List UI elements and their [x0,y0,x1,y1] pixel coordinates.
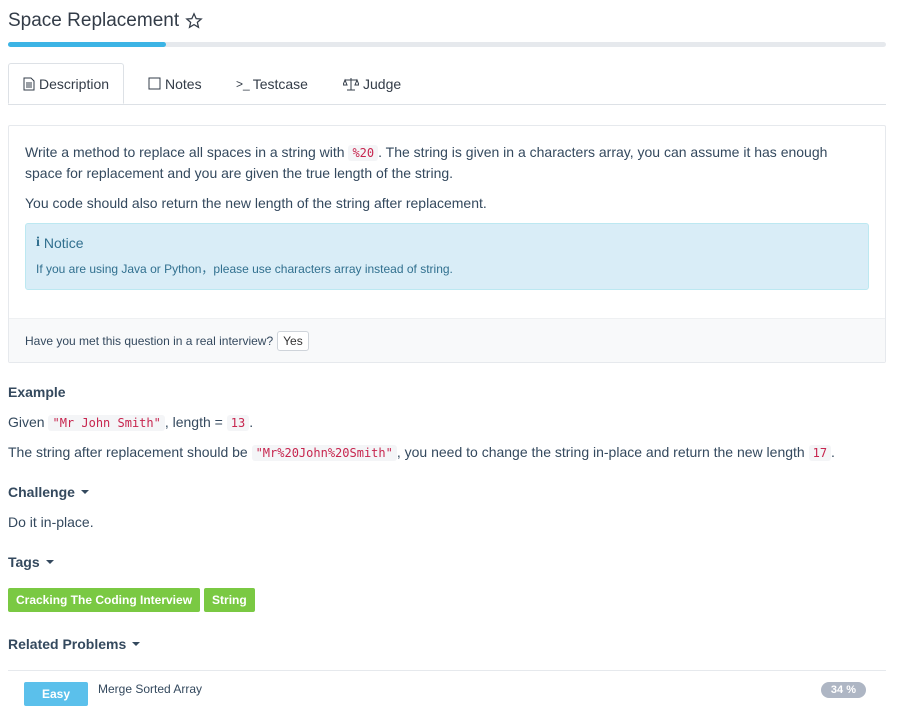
tab-bar: Description Notes >_ Testcase Judge [8,63,886,105]
related-problems-toggle[interactable]: Related Problems [8,636,141,652]
caret-down-icon [80,490,89,494]
notice-title: i Notice [36,233,858,253]
interview-footer: Have you met this question in a real int… [9,318,885,362]
heading-text: Related Problems [8,636,127,652]
tags-toggle[interactable]: Tags [8,554,54,570]
description-panel: Write a method to replace all spaces in … [8,125,886,363]
text: . [831,444,835,460]
example-line-2: The string after replacement should be "… [8,444,835,461]
example-line-1: Given "Mr John Smith", length = 13. [8,414,254,431]
caret-down-icon [45,560,54,564]
tag-list: Cracking The Coding Interview String [8,588,255,612]
heading-text: Example [8,384,66,400]
heading-text: Challenge [8,484,75,500]
note-icon [148,77,161,90]
tab-label: Notes [165,75,202,92]
tab-testcase[interactable]: >_ Testcase [236,63,308,104]
interview-question: Have you met this question in a real int… [25,333,274,348]
related-problem-link[interactable]: Merge Sorted Array [98,682,202,696]
star-icon[interactable] [185,12,203,30]
desc-text: space for replacement and you are given … [25,165,454,181]
page-title: Space Replacement [8,10,180,31]
progress-fill [8,42,167,47]
progress-bar [8,42,886,47]
acceptance-rate-badge: 34 % [820,682,866,698]
related-problem-row[interactable]: Easy Merge Sorted Array 34 % [24,680,866,706]
desc-text: . The string is given in a characters ar… [378,144,828,160]
challenge-text: Do it in-place. [8,514,94,530]
text: Given [8,414,49,430]
notice-box: i Notice If you are using Java or Python… [25,223,869,290]
description-paragraph: Write a method to replace all spaces in … [25,142,869,183]
caret-down-icon [132,642,141,646]
tab-description[interactable]: Description [8,63,125,104]
heading-text: Tags [8,554,40,570]
text: The string after replacement should be [8,444,252,460]
difficulty-badge: Easy [24,682,88,706]
tab-label: Description [39,75,110,92]
scale-icon [343,77,359,90]
tab-notes[interactable]: Notes [148,63,202,104]
info-icon: i [36,235,40,250]
tab-judge[interactable]: Judge [343,63,401,104]
text: , length = [164,414,227,430]
terminal-icon: >_ [236,76,250,91]
example-heading: Example [8,384,66,400]
yes-button[interactable]: Yes [277,330,309,351]
divider [8,670,886,671]
challenge-toggle[interactable]: Challenge [8,484,89,500]
tab-label: Judge [363,75,402,92]
inline-code: "Mr%20John%20Smith" [251,445,397,461]
inline-code: "Mr John Smith" [48,415,165,431]
problem-page: Space Replacement Description Notes >_ T… [0,0,899,725]
file-icon [23,77,35,90]
tab-label: Testcase [252,75,308,92]
text: . [249,414,254,430]
notice-text: If you are using Java or Python，please u… [36,262,453,276]
tag-cracking-the-coding-interview[interactable]: Cracking The Coding Interview [8,588,201,612]
desc-text: Write a method to replace all spaces in … [25,144,349,160]
description-paragraph: You code should also return the new leng… [25,195,487,211]
tag-string[interactable]: String [204,588,255,612]
notice-title-text: Notice [43,235,84,251]
inline-code: 17 [808,445,832,461]
title-row: Space Replacement [8,10,203,32]
inline-code: 13 [226,415,250,431]
inline-code: %20 [348,145,379,161]
text: , you need to change the string in-place… [396,444,809,460]
